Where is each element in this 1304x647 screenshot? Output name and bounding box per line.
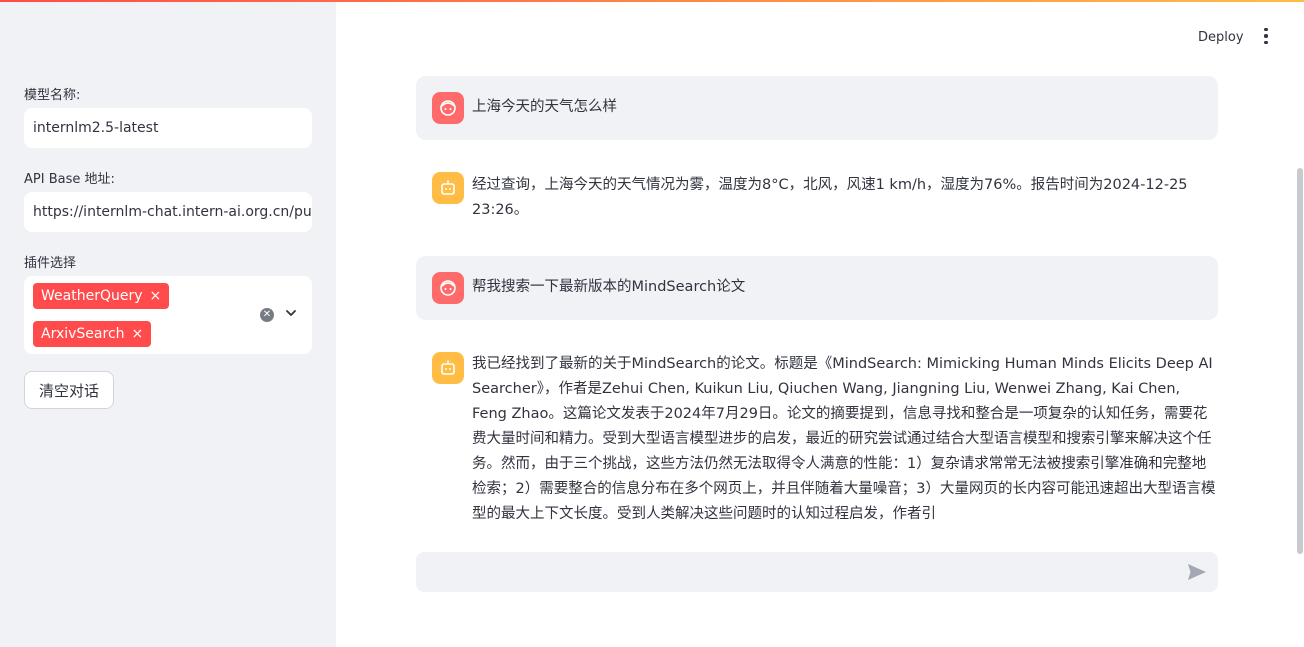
user-avatar-icon — [432, 92, 464, 124]
chat-input-box — [416, 552, 1218, 592]
top-accent-bar — [0, 0, 1304, 2]
scrollbar[interactable] — [1297, 168, 1303, 554]
chat-message-assistant: 我已经找到了最新的关于MindSearch的论文。标题是《MindSearch:… — [416, 336, 1218, 530]
send-icon[interactable] — [1186, 562, 1208, 582]
clear-all-icon[interactable]: ✕ — [260, 308, 274, 322]
plugin-tag-label: WeatherQuery — [41, 288, 143, 304]
clear-chat-button[interactable]: 清空对话 — [24, 371, 114, 409]
bot-avatar-icon — [432, 352, 464, 384]
message-text: 我已经找到了最新的关于MindSearch的论文。标题是《MindSearch:… — [472, 356, 1216, 522]
model-name-input[interactable]: internlm2.5-latest — [24, 108, 312, 148]
plugin-select-label: 插件选择 — [24, 256, 77, 271]
api-base-input[interactable]: https://internlm-chat.intern-ai.org.cn/p… — [24, 192, 312, 232]
remove-tag-icon[interactable]: × — [150, 283, 162, 309]
model-name-label: 模型名称: — [24, 88, 81, 103]
chat-message-user: 帮我搜索一下最新版本的MindSearch论文 — [416, 256, 1218, 320]
chat-message-assistant: 经过查询，上海今天的天气情况为雾，温度为8°C，北风，风速1 km/h，湿度为7… — [416, 156, 1218, 236]
scroll-fade — [416, 530, 1218, 550]
bot-avatar-icon — [432, 172, 464, 204]
message-text: 帮我搜索一下最新版本的MindSearch论文 — [472, 279, 746, 295]
api-base-label: API Base 地址: — [24, 172, 115, 187]
message-text: 上海今天的天气怎么样 — [472, 99, 617, 115]
chat-area: 上海今天的天气怎么样 经过查询，上海今天的天气情况为雾，温度为8°C，北风，风速… — [336, 0, 1304, 647]
message-text: 经过查询，上海今天的天气情况为雾，温度为8°C，北风，风速1 km/h，湿度为7… — [472, 177, 1188, 218]
chevron-down-icon[interactable] — [284, 306, 298, 320]
remove-tag-icon[interactable]: × — [132, 321, 144, 347]
plugin-tag-arxivsearch: ArxivSearch × — [33, 321, 152, 347]
user-avatar-icon — [432, 272, 464, 304]
plugin-multiselect[interactable]: WeatherQuery × ArxivSearch × ✕ — [24, 276, 312, 354]
sidebar: 模型名称: internlm2.5-latest API Base 地址: ht… — [0, 0, 336, 647]
chat-input[interactable] — [416, 552, 1166, 592]
chat-message-user: 上海今天的天气怎么样 — [416, 76, 1218, 140]
plugin-tag-label: ArxivSearch — [41, 326, 125, 342]
plugin-tag-weatherquery: WeatherQuery × — [33, 283, 170, 309]
